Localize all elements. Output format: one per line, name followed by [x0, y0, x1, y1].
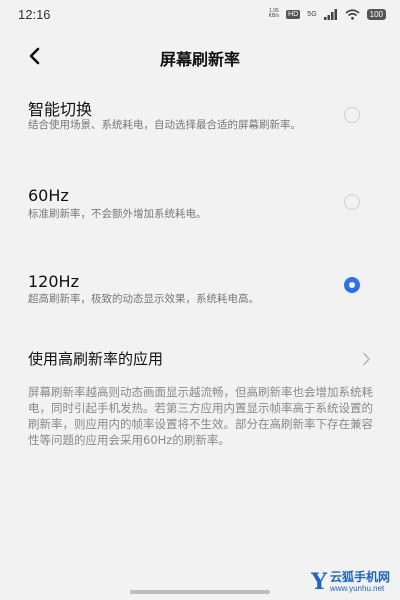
watermark-logo-letter: Y: [311, 568, 327, 595]
option-smart-switch[interactable]: 智能切换 结合使用场景、系统耗电，自动选择最合适的屏幕刷新率。: [0, 96, 400, 146]
status-icons: 1.95 KB/s HD 5G 100: [269, 6, 386, 22]
chevron-right-icon: [363, 352, 370, 366]
option-title: 120Hz: [28, 272, 79, 291]
hd-badge: HD: [286, 9, 301, 19]
option-title: 智能切换: [28, 100, 93, 119]
watermark-name: 云狐手机网: [329, 570, 390, 584]
option-description: 超高刷新率，极致的动态显示效果，系统耗电高。: [28, 293, 259, 305]
network-speed-unit: KB/s: [268, 13, 280, 19]
wifi-icon: [345, 8, 360, 20]
cellular-signal-icon: [323, 8, 337, 20]
radio-120hz[interactable]: [344, 277, 360, 293]
option-description: 标准刷新率，不会额外增加系统耗电。: [28, 208, 207, 220]
signal-5g-label: 5G: [307, 10, 317, 18]
radio-60hz[interactable]: [344, 194, 360, 210]
home-indicator[interactable]: [130, 590, 270, 594]
status-time: 12:16: [18, 7, 51, 22]
page-title: 屏幕刷新率: [159, 50, 240, 69]
network-speed: 1.95 KB/s: [269, 9, 280, 19]
nav-bar: 屏幕刷新率: [0, 36, 400, 76]
option-60hz[interactable]: 60Hz 标准刷新率，不会额外增加系统耗电。: [0, 186, 400, 226]
option-description: 结合使用场景、系统耗电，自动选择最合适的屏幕刷新率。: [28, 119, 301, 131]
high-refresh-apps-row[interactable]: 使用高刷新率的应用: [0, 344, 400, 374]
option-120hz[interactable]: 120Hz 超高刷新率，极致的动态显示效果，系统耗电高。: [0, 272, 400, 312]
refresh-rate-note: 屏幕刷新率越高则动态画面显示越流畅，但高刷新率也会增加系统耗电，同时引起手机发热…: [28, 385, 373, 447]
watermark-logo: Y 云狐手机网 www.yunhu.net: [311, 570, 390, 593]
status-bar: 12:16 1.95 KB/s HD 5G 100: [0, 0, 400, 28]
watermark-url: www.yunhu.net: [329, 584, 385, 593]
radio-smart-switch[interactable]: [344, 107, 360, 123]
high-refresh-apps-label: 使用高刷新率的应用: [28, 350, 164, 368]
option-title: 60Hz: [28, 186, 69, 205]
watermark-text: 云狐手机网 www.yunhu.net: [330, 570, 390, 593]
battery-icon: 100: [366, 8, 386, 20]
